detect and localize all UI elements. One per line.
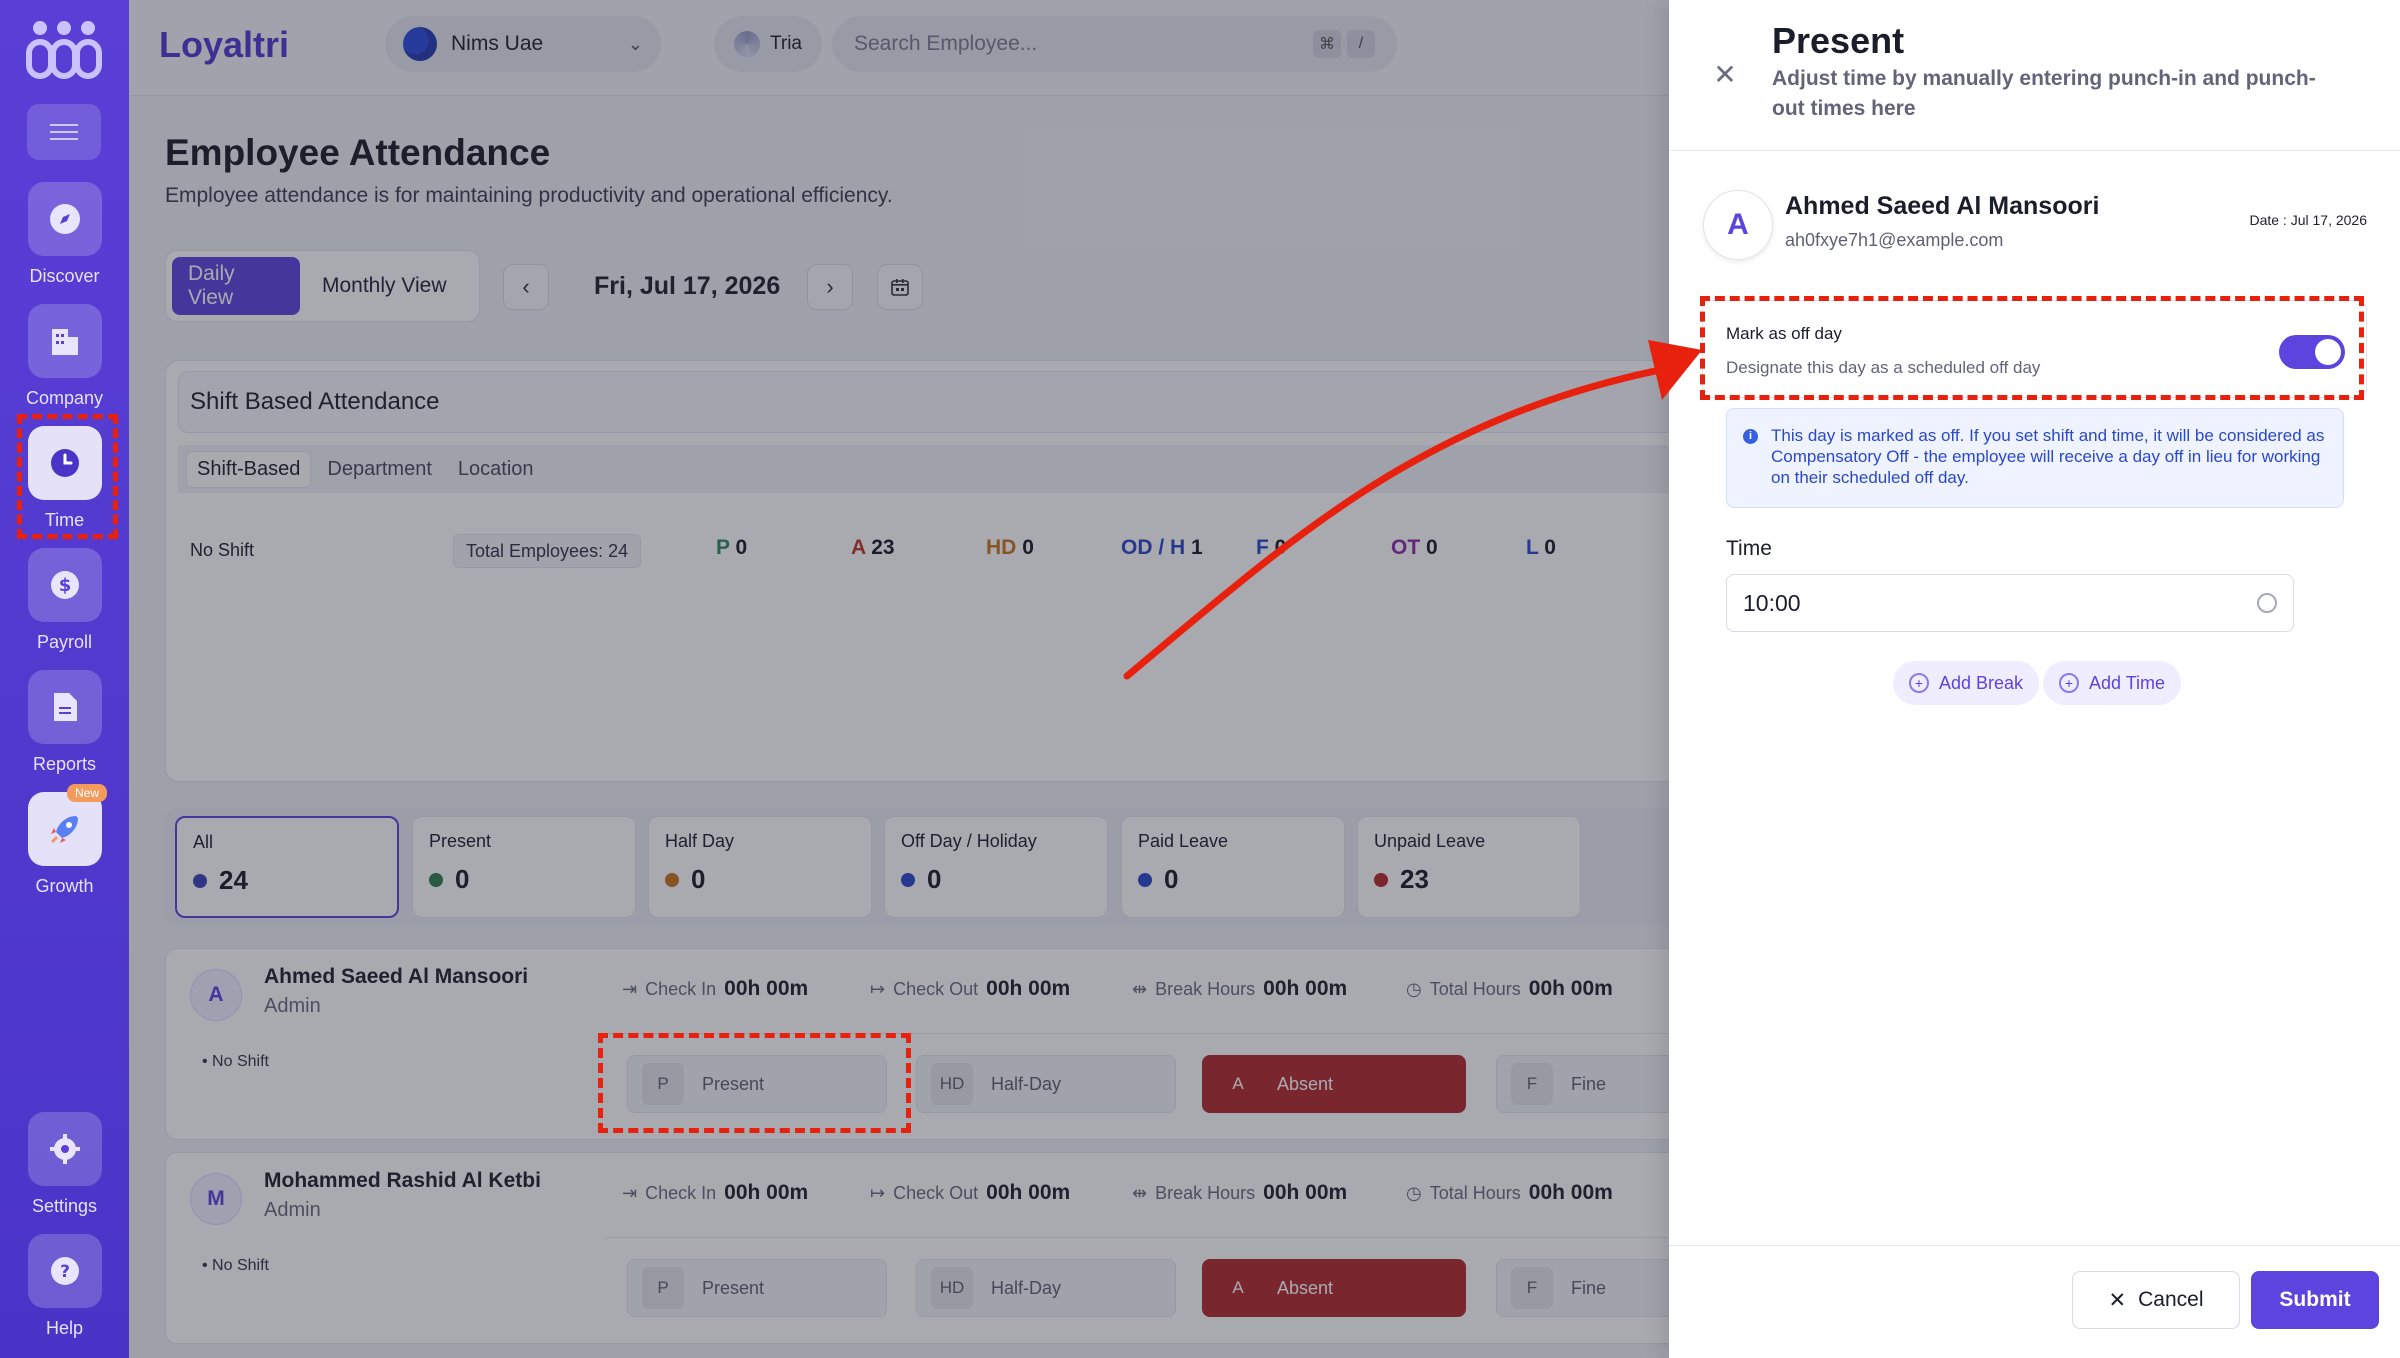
sidebar-item-discover[interactable]: Discover	[0, 182, 129, 292]
close-icon: ✕	[2108, 1288, 2127, 1312]
building-icon	[27, 304, 102, 378]
info-text: This day is marked as off. If you set sh…	[1771, 426, 2325, 487]
sidebar-item-label: Company	[25, 388, 104, 408]
sidebar-item-label: Payroll	[36, 632, 93, 652]
employee-email: ah0fxye7h1@example.com	[1785, 230, 2004, 250]
sidebar-item-reports[interactable]: Reports	[0, 670, 129, 780]
attendance-date: Date : Jul 17, 2026	[2249, 212, 2367, 228]
svg-text:?: ?	[60, 1262, 70, 1282]
dollar-icon: $	[27, 548, 102, 622]
sidebar-item-settings[interactable]: Settings	[0, 1112, 129, 1222]
modal-backdrop[interactable]	[129, 0, 1669, 1358]
employee-name: Ahmed Saeed Al Mansoori	[1785, 192, 2100, 220]
gear-icon	[27, 1112, 102, 1186]
plus-icon: +	[1909, 673, 1929, 693]
clock-icon	[27, 426, 102, 500]
sidebar-item-company[interactable]: Company	[0, 304, 129, 414]
compass-icon	[27, 182, 102, 256]
sidebar-item-label: Discover	[29, 266, 100, 286]
sidebar-item-label: Growth	[35, 876, 94, 896]
sidebar-item-label: Settings	[31, 1196, 98, 1216]
time-value: 10:00	[1743, 589, 1801, 616]
add-time-button[interactable]: + Add Time	[2043, 661, 2182, 705]
info-icon: i	[1743, 429, 1758, 444]
rocket-icon	[27, 792, 102, 866]
app-logo[interactable]	[26, 20, 102, 80]
time-input[interactable]: 10:00	[1726, 574, 2294, 632]
drawer-title: Present	[1772, 20, 1905, 61]
toggle-knob	[2315, 339, 2341, 365]
off-day-setting	[1702, 300, 2367, 398]
new-badge: New	[66, 784, 107, 802]
clock-icon[interactable]	[2257, 593, 2277, 613]
off-day-title: Mark as off day	[1726, 324, 1842, 343]
avatar: A	[1703, 190, 1773, 260]
menu-toggle-button[interactable]	[27, 104, 101, 160]
off-day-toggle[interactable]	[2279, 335, 2345, 369]
plus-icon: +	[2059, 673, 2079, 693]
help-icon: ?	[27, 1234, 102, 1308]
sidebar-item-label: Reports	[32, 754, 97, 774]
add-break-button[interactable]: + Add Break	[1893, 661, 2040, 705]
close-icon: ✕	[1713, 58, 1737, 90]
hamburger-icon	[50, 124, 78, 140]
cancel-button[interactable]: ✕ Cancel	[2072, 1271, 2240, 1329]
document-icon	[27, 670, 102, 744]
sidebar-item-growth[interactable]: New Growth	[0, 784, 129, 902]
drawer-subtitle: Adjust time by manually entering punch-i…	[1772, 67, 2316, 120]
compensatory-off-info: i This day is marked as off. If you set …	[1726, 408, 2344, 508]
close-button[interactable]: ✕	[1705, 54, 1745, 94]
sidebar: Discover Company Time $ Payroll Reports …	[0, 0, 129, 1358]
present-drawer: ✕ Present Adjust time by manually enteri…	[1669, 0, 2400, 1358]
sidebar-item-time[interactable]: Time	[0, 426, 129, 536]
svg-text:$: $	[58, 575, 71, 596]
sidebar-item-help[interactable]: ? Help	[0, 1234, 129, 1344]
sidebar-item-payroll[interactable]: $ Payroll	[0, 548, 129, 658]
sidebar-item-label: Help	[45, 1318, 84, 1338]
sidebar-item-label: Time	[44, 510, 85, 530]
time-label: Time	[1726, 537, 1772, 560]
off-day-description: Designate this day as a scheduled off da…	[1726, 358, 2041, 377]
submit-button[interactable]: Submit	[2251, 1271, 2379, 1329]
